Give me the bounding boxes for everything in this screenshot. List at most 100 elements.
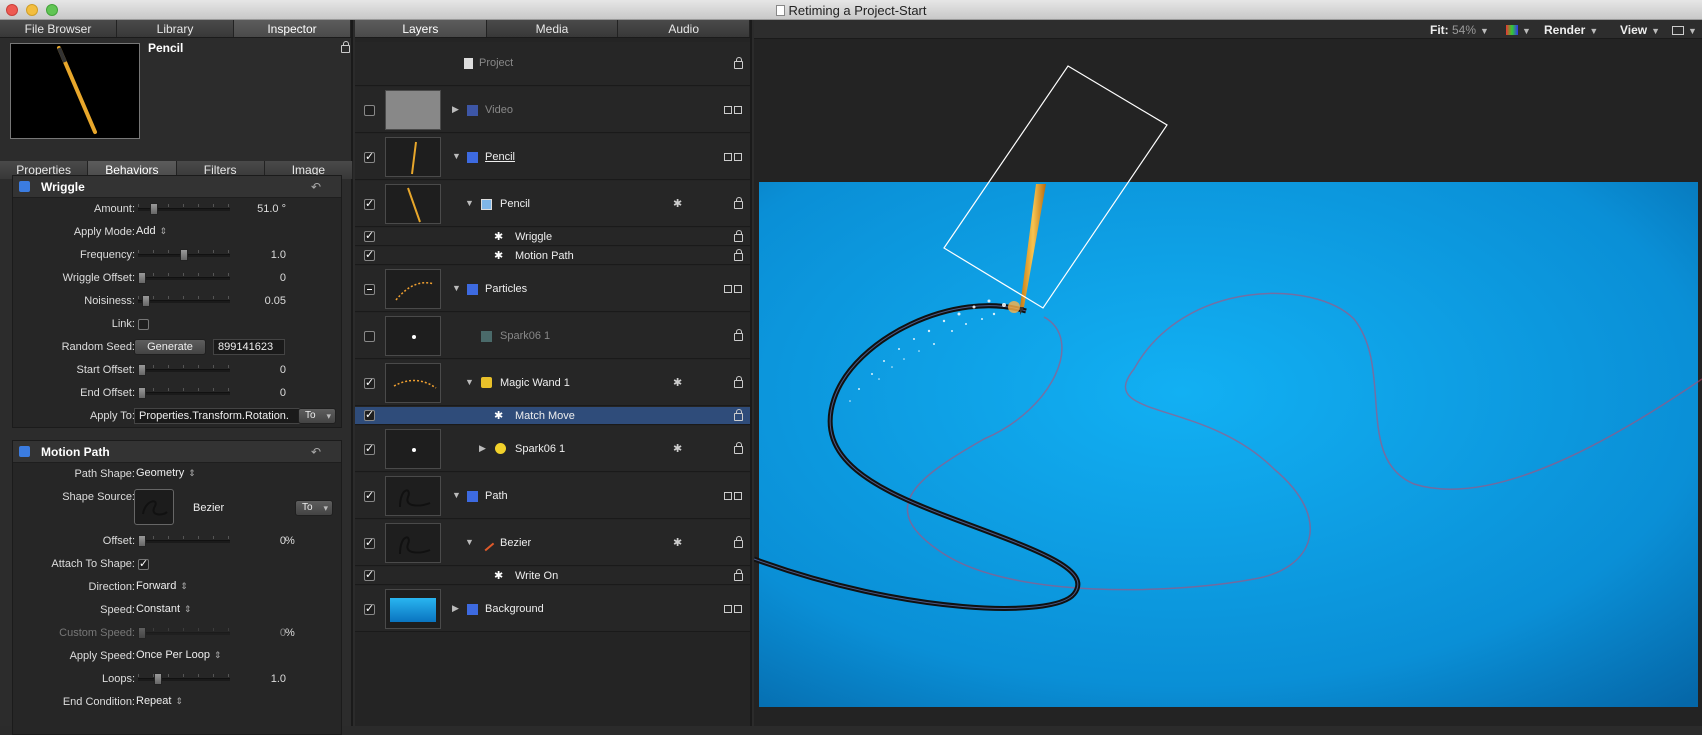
render-menu[interactable]: Render▼ xyxy=(1544,23,1598,37)
gear-icon[interactable]: ✱ xyxy=(673,536,682,549)
lock-icon[interactable] xyxy=(734,446,743,454)
tab-inspector[interactable]: Inspector xyxy=(234,20,351,37)
apply-to-popup[interactable]: To xyxy=(298,408,336,424)
gear-icon[interactable]: ✱ xyxy=(673,376,682,389)
end-offset-slider[interactable] xyxy=(138,392,230,395)
disclosure-triangle-icon[interactable]: ▼ xyxy=(452,490,461,500)
layer-row-magic-wand[interactable]: ▼ Magic Wand 1 ✱ xyxy=(355,360,750,406)
disclosure-triangle-icon[interactable]: ▶ xyxy=(479,443,486,454)
lock-icon[interactable] xyxy=(734,573,743,581)
wriggle-offset-slider[interactable] xyxy=(138,277,230,280)
layer-enable-checkbox[interactable] xyxy=(364,444,375,455)
view-menu[interactable]: View▼ xyxy=(1620,23,1660,37)
layer-row-motion-path[interactable]: ✱ Motion Path xyxy=(355,247,750,265)
slider-knob[interactable] xyxy=(138,272,146,284)
speed-popup[interactable]: Constant⇕ xyxy=(136,603,192,615)
layer-enable-checkbox[interactable] xyxy=(364,570,375,581)
disclosure-triangle-icon[interactable]: ▶ xyxy=(452,603,459,614)
start-offset-value[interactable]: 0 xyxy=(280,364,286,376)
disclosure-triangle-icon[interactable]: ▼ xyxy=(452,151,461,161)
amount-value[interactable]: 51.0 ° xyxy=(257,203,286,215)
layer-enable-checkbox[interactable] xyxy=(364,378,375,389)
disclosure-triangle-icon[interactable]: ▼ xyxy=(452,283,461,293)
tab-layers[interactable]: Layers xyxy=(355,20,487,37)
layer-enable-checkbox[interactable] xyxy=(364,604,375,615)
lock-icon[interactable] xyxy=(734,61,743,69)
layer-enable-checkbox[interactable] xyxy=(364,284,375,295)
tab-audio[interactable]: Audio xyxy=(618,20,750,37)
wriggle-enable-checkbox[interactable] xyxy=(19,181,30,192)
layer-enable-checkbox[interactable] xyxy=(364,231,375,242)
disclosure-triangle-icon[interactable]: ▼ xyxy=(465,198,474,208)
layer-row-particles[interactable]: ▼ Particles xyxy=(355,266,750,312)
apply-mode-popup[interactable]: Add⇕ xyxy=(136,225,167,237)
reset-icon[interactable]: ↶ xyxy=(311,180,321,194)
end-offset-value[interactable]: 0 xyxy=(280,387,286,399)
loops-value[interactable]: 1.0 xyxy=(271,673,286,685)
lock-icon[interactable] xyxy=(734,413,743,421)
random-seed-field[interactable]: 899141623 xyxy=(213,339,285,355)
channels-menu[interactable]: ▼ xyxy=(1506,23,1531,37)
wriggle-offset-value[interactable]: 0 xyxy=(280,272,286,284)
lock-icon[interactable] xyxy=(341,45,350,53)
layer-row-write-on[interactable]: ✱ Write On xyxy=(355,567,750,585)
layer-enable-checkbox[interactable] xyxy=(364,250,375,261)
frequency-slider[interactable] xyxy=(138,254,230,257)
layer-row-pencil-group[interactable]: ▼ Pencil xyxy=(355,134,750,180)
layer-row-pencil-image[interactable]: ▼ Pencil ✱ xyxy=(355,181,750,227)
end-condition-popup[interactable]: Repeat⇕ xyxy=(136,695,183,707)
lock-icon[interactable] xyxy=(734,234,743,242)
disclosure-triangle-icon[interactable]: ▼ xyxy=(465,537,474,547)
layer-enable-checkbox[interactable] xyxy=(364,491,375,502)
slider-knob[interactable] xyxy=(150,203,158,215)
loops-slider[interactable] xyxy=(138,678,230,681)
noisiness-slider[interactable] xyxy=(138,300,230,303)
start-offset-slider[interactable] xyxy=(138,369,230,372)
amount-slider[interactable] xyxy=(138,208,230,211)
slider-knob[interactable] xyxy=(138,535,146,547)
link-checkbox[interactable] xyxy=(138,319,149,330)
lock-icon[interactable] xyxy=(734,333,743,341)
disclosure-triangle-icon[interactable]: ▶ xyxy=(452,104,459,115)
tab-media[interactable]: Media xyxy=(487,20,619,37)
reset-icon[interactable]: ↶ xyxy=(311,445,321,459)
layer-enable-checkbox[interactable] xyxy=(364,538,375,549)
layer-enable-checkbox[interactable] xyxy=(364,410,375,421)
layer-row-video[interactable]: ▶ Video xyxy=(355,87,750,133)
path-shape-popup[interactable]: Geometry⇕ xyxy=(136,467,196,479)
slider-knob[interactable] xyxy=(180,249,188,261)
offset-slider[interactable] xyxy=(138,540,230,543)
shape-source-well[interactable] xyxy=(134,489,174,525)
slider-knob[interactable] xyxy=(154,673,162,685)
layer-row-spark-cell[interactable]: ▶ Spark06 1 ✱ xyxy=(355,426,750,472)
gear-icon[interactable]: ✱ xyxy=(673,442,682,455)
lock-icon[interactable] xyxy=(734,380,743,388)
layer-row-background[interactable]: ▶ Background xyxy=(355,586,750,632)
layer-enable-checkbox[interactable] xyxy=(364,105,375,116)
slider-knob[interactable] xyxy=(142,295,150,307)
layer-row-bezier[interactable]: ▼ Bezier ✱ xyxy=(355,520,750,566)
attach-to-shape-checkbox[interactable] xyxy=(138,559,149,570)
layer-row-wriggle[interactable]: ✱ Wriggle xyxy=(355,228,750,246)
noisiness-value[interactable]: 0.05 xyxy=(265,295,286,307)
generate-button[interactable]: Generate xyxy=(134,339,206,355)
slider-knob[interactable] xyxy=(138,387,146,399)
lock-icon[interactable] xyxy=(734,201,743,209)
motion-path-enable-checkbox[interactable] xyxy=(19,446,30,457)
apply-to-field[interactable]: Properties.Transform.Rotation. xyxy=(134,408,306,424)
apply-speed-popup[interactable]: Once Per Loop⇕ xyxy=(136,649,222,661)
gear-icon[interactable]: ✱ xyxy=(673,197,682,210)
layout-menu[interactable]: ▼ xyxy=(1672,23,1697,37)
layer-enable-checkbox[interactable] xyxy=(364,199,375,210)
fit-zoom-menu[interactable]: Fit: 54%▼ xyxy=(1430,23,1489,37)
layer-row-spark-image[interactable]: Spark06 1 xyxy=(355,313,750,359)
layer-enable-checkbox[interactable] xyxy=(364,331,375,342)
disclosure-triangle-icon[interactable]: ▼ xyxy=(465,377,474,387)
layer-enable-checkbox[interactable] xyxy=(364,152,375,163)
canvas-viewer[interactable] xyxy=(754,39,1702,726)
direction-popup[interactable]: Forward⇕ xyxy=(136,580,188,592)
shape-source-popup[interactable]: To xyxy=(295,500,333,516)
slider-knob[interactable] xyxy=(138,364,146,376)
tab-library[interactable]: Library xyxy=(117,20,234,37)
lock-icon[interactable] xyxy=(734,540,743,548)
